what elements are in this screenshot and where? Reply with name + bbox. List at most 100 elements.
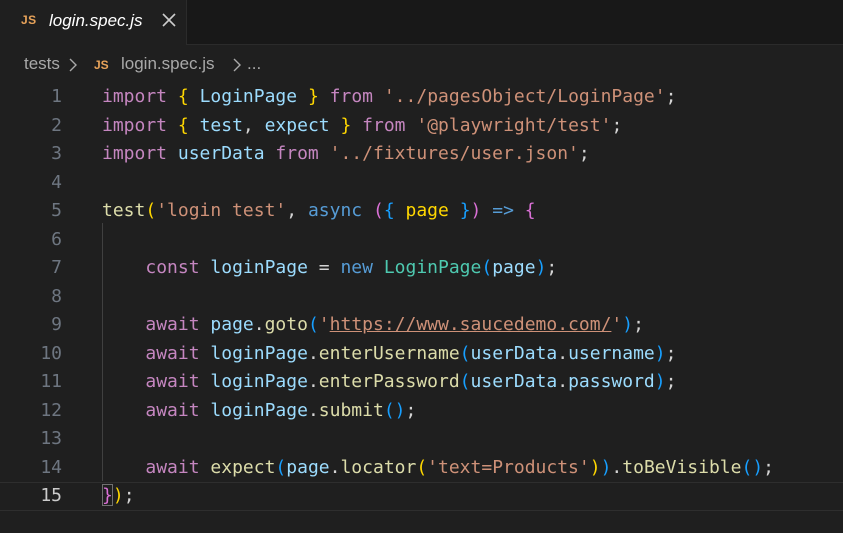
breadcrumb-file[interactable]: login.spec.js [121,54,215,74]
code-token: '../pagesObject/LoginPage' [383,86,666,107]
code-token: username [568,342,655,364]
code-token: locator [340,456,417,478]
code-token: ) [470,200,482,221]
code-text: const loginPage = new LoginPage(page); [102,254,557,283]
code-token: ( [459,342,471,364]
code-token: { [383,200,395,221]
code-token: userData [177,143,265,164]
code-token: . [253,314,265,335]
javascript-file-icon: JS [21,13,37,27]
code-line[interactable]: 10 await loginPage.enterUsername(userDat… [0,340,843,369]
code-line[interactable]: 1 import { LoginPage } from '../pagesObje… [0,83,843,112]
code-token: } [307,86,319,107]
code-token: loginPage [210,371,308,392]
code-text: import { test, expect } from '@playwrigh… [102,112,622,141]
code-token: await [145,314,200,335]
code-line[interactable]: 2 import { test, expect } from '@playwrig… [0,112,843,141]
code-token: const [145,257,200,278]
code-token: await [145,371,200,392]
code-line[interactable]: 11 await loginPage.enterPassword(userDat… [0,368,843,397]
code-token: LoginPage [383,257,482,278]
code-editor[interactable]: 1 import { LoginPage } from '../pagesObje… [0,83,843,533]
code-token: submit [318,399,384,421]
code-token: from [275,143,319,164]
code-line[interactable]: 12 await loginPage.submit(); [0,397,843,426]
code-token: enterPassword [318,371,460,392]
line-number: 15 [40,485,62,506]
breadcrumb-folder-tests[interactable]: tests [24,54,60,74]
code-token: () [741,456,764,478]
code-line[interactable]: 7 const loginPage = new LoginPage(page); [0,254,843,283]
code-token: ( [481,257,493,278]
code-token: page [210,314,254,335]
code-text: await expect(page.locator('text=Products… [102,454,774,483]
code-token: . [557,371,569,392]
code-token: ) [654,371,666,392]
editor-tab-bar: JS login.spec.js [0,0,843,45]
code-token: ; [665,342,677,364]
code-line[interactable]: 8 [0,283,843,312]
code-token: ) [589,456,601,478]
code-line[interactable]: 4 [0,169,843,198]
code-token: . [307,342,319,364]
code-token: . [307,371,319,392]
code-line[interactable]: 15}); [0,482,843,511]
code-token: ; [763,456,775,478]
code-token: import [102,86,168,107]
code-token: } [459,200,471,221]
code-token: '../fixtures/user.json' [329,143,579,164]
code-token: password [568,371,655,392]
code-token: ) [112,485,124,506]
code-token: new [340,257,373,278]
code-token: await [145,342,200,364]
code-token: async [307,200,363,221]
code-token: ( [275,456,287,478]
line-number: 8 [51,285,62,307]
code-token: enterUsername [318,342,460,364]
javascript-file-icon: JS [94,58,109,72]
close-icon[interactable] [160,11,178,29]
code-text: await loginPage.submit(); [102,397,416,426]
code-token: ( [372,200,384,221]
code-token: page [405,200,449,221]
code-token: { [177,114,189,136]
code-token: ; [123,485,135,506]
line-number: 4 [51,171,62,193]
code-token: from [329,86,373,107]
breadcrumb-more[interactable]: ... [247,54,261,74]
code-token: ( [145,200,157,221]
code-token: = [307,257,341,278]
line-number: 14 [40,456,62,478]
line-number: 2 [51,114,62,136]
code-line[interactable]: 13 [0,425,843,454]
code-line[interactable]: 14 await expect(page.locator('text=Produ… [0,454,843,483]
tab-login-spec[interactable]: JS login.spec.js [0,0,187,45]
code-token: '@playwright/test' [416,114,612,136]
code-line[interactable]: 3 import userData from '../fixtures/user.… [0,140,843,169]
code-token: ) [654,342,666,364]
code-line[interactable]: 6 [0,226,843,255]
code-line[interactable]: 9 await page.goto('https://www.saucedemo… [0,311,843,340]
code-token: ( [459,371,471,392]
code-line[interactable]: 5 test('login test', async ({ page }) => … [0,197,843,226]
code-token: page [492,257,536,278]
code-token: . [557,342,569,364]
